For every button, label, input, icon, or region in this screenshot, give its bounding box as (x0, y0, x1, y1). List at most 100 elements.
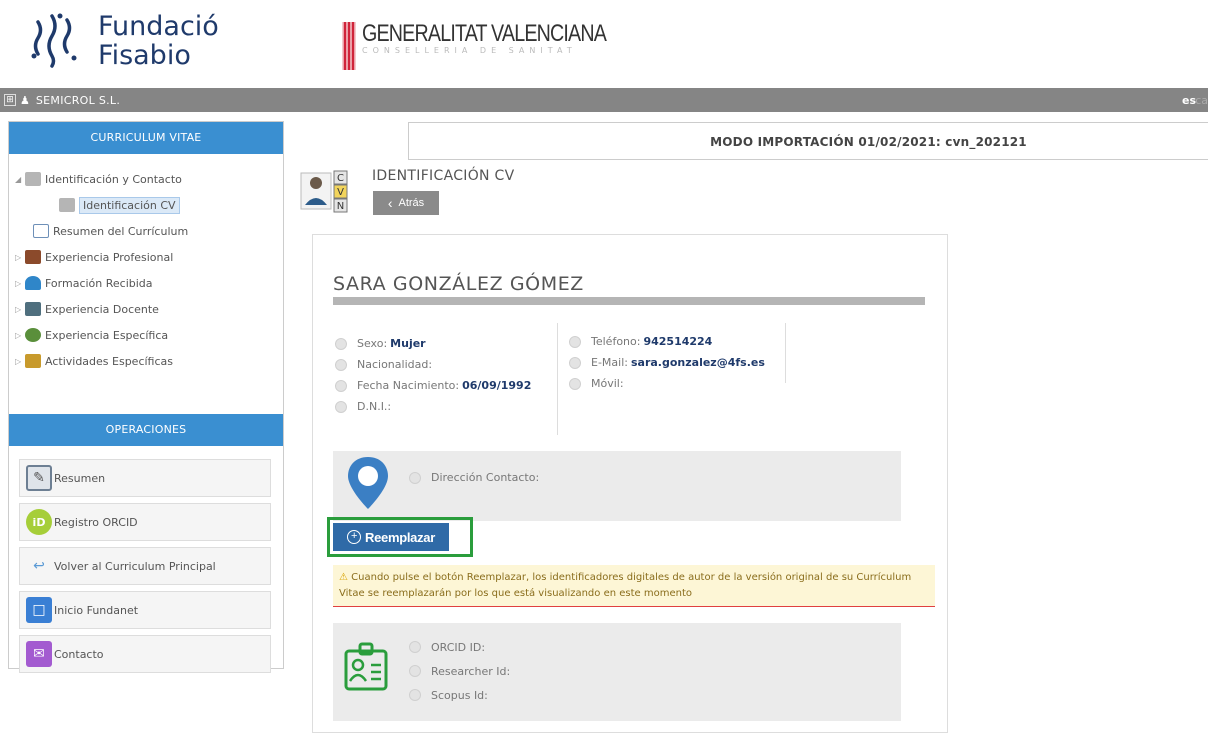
personal-info-right: Teléfono: 942514224 E-Mail: sara.gonzale… (569, 331, 765, 394)
tree-collapsed-arrow-icon[interactable]: ▷ (15, 279, 25, 288)
info-row-fecha-nacimiento: Fecha Nacimiento: 06/09/1992 (335, 375, 531, 396)
tree-item-label: Identificación y Contacto (45, 172, 182, 186)
cv-section-header: CURRICULUM VITAE (9, 122, 283, 154)
tree-item-experiencia-profesional[interactable]: ▷ Experiencia Profesional (15, 244, 283, 270)
op-label: Registro ORCID (54, 515, 138, 529)
inicio-fundanet-button[interactable]: □ Inicio Fundanet (19, 591, 271, 629)
fisabio-mark-icon (31, 13, 77, 68)
tree-item-experiencia-docente[interactable]: ▷ Experiencia Docente (15, 296, 283, 322)
person-name: SARA GONZÁLEZ GÓMEZ (333, 273, 584, 295)
header: Fundació Fisabio GENERALITAT VALENCIANA … (0, 0, 1208, 88)
generalitat-logo[interactable]: GENERALITAT VALENCIANA CONSELLERIA DE SA… (340, 20, 660, 72)
warning-icon: ⚠ (339, 572, 348, 583)
id-row-scopus: Scopus Id: (409, 683, 510, 707)
tree-collapsed-arrow-icon[interactable]: ▷ (15, 253, 25, 262)
activities-icon (25, 354, 41, 368)
address-label: Dirección Contacto: (431, 471, 540, 484)
tree-item-label: Identificación CV (79, 196, 180, 214)
cv-identification-card: SARA GONZÁLEZ GÓMEZ Sexo: Mujer Nacional… (312, 234, 948, 733)
op-label: Inicio Fundanet (54, 603, 139, 617)
info-row-telefono: Teléfono: 942514224 (569, 331, 765, 352)
info-value: Mujer (390, 337, 426, 350)
tree-collapsed-arrow-icon[interactable]: ▷ (15, 305, 25, 314)
info-dot-icon (569, 356, 581, 369)
briefcase-icon (25, 250, 41, 264)
id-row-researcher: Researcher Id: (409, 659, 510, 683)
tree-item-actividades-especificas[interactable]: ▷ Actividades Específicas (15, 348, 283, 374)
tree-item-identificacion-cv[interactable]: Identificación CV (15, 192, 283, 218)
language-es[interactable]: es (1182, 94, 1196, 107)
registro-orcid-button[interactable]: iD Registro ORCID (19, 503, 271, 541)
generalitat-title: GENERALITAT VALENCIANA (362, 20, 607, 47)
info-label: D.N.I.: (357, 400, 392, 413)
info-dot-icon (409, 665, 421, 677)
tree-item-label: Experiencia Profesional (45, 250, 174, 264)
tree-item-label: Experiencia Docente (45, 302, 159, 316)
tree-collapsed-arrow-icon[interactable]: ▷ (15, 331, 25, 340)
info-row-dni: D.N.I.: (335, 396, 531, 417)
back-label: Atrás (398, 197, 425, 209)
home-screen-icon: □ (26, 597, 52, 623)
info-dot-icon (335, 337, 347, 350)
info-row-sexo: Sexo: Mujer (335, 333, 531, 354)
info-dot-icon (335, 400, 347, 413)
tree-item-label: Experiencia Específica (45, 328, 169, 342)
op-label: Contacto (54, 647, 104, 661)
fisabio-logo[interactable]: Fundació Fisabio (30, 12, 219, 70)
tree-item-identificacion-contacto[interactable]: ◢ Identificación y Contacto (15, 166, 283, 192)
volver-curriculum-principal-button[interactable]: ↩ Volver al Curriculum Principal (19, 547, 271, 585)
info-divider (557, 323, 558, 435)
id-row-orcid: ORCID ID: (409, 635, 510, 659)
info-dot-icon (409, 641, 421, 653)
replace-button[interactable]: + Reemplazar (333, 523, 449, 551)
replace-label: Reemplazar (365, 529, 435, 545)
tree-expanded-arrow-icon[interactable]: ◢ (15, 175, 25, 184)
company-name: SEMICROL S.L. (35, 93, 121, 107)
top-bar: ⊞ ♟ SEMICROL S.L. es ca (0, 88, 1208, 112)
svg-text:N: N (337, 201, 344, 212)
id-badge-icon (344, 642, 388, 691)
tree-item-experiencia-especifica[interactable]: ▷ Experiencia Específica (15, 322, 283, 348)
specific-icon (25, 328, 41, 342)
id-label: Researcher Id: (431, 664, 511, 678)
address-box: Dirección Contacto: (333, 451, 901, 521)
info-label: Teléfono: (591, 335, 641, 348)
info-value: 942514224 (643, 335, 713, 348)
user-icon: ♟ (20, 93, 30, 107)
clipboard-icon: ✎ (26, 465, 52, 491)
operations-list: ✎ Resumen iD Registro ORCID ↩ Volver al … (9, 446, 283, 673)
info-dot-icon (569, 377, 581, 390)
tree-item-resumen-curriculum[interactable]: Resumen del Currículum (15, 218, 283, 244)
location-pin-icon (348, 457, 388, 509)
info-row-movil: Móvil: (569, 373, 765, 394)
chevron-left-icon: ‹ (387, 195, 393, 211)
plus-circle-icon: + (347, 530, 361, 544)
name-underline (333, 297, 925, 305)
document-icon (33, 224, 49, 238)
back-button[interactable]: ‹ Atrás (373, 191, 439, 215)
warning-text: Cuando pulse el botón Reemplazar, los id… (339, 572, 912, 599)
info-divider (785, 323, 786, 383)
cv-tree: ◢ Identificación y Contacto Identificaci… (9, 154, 283, 394)
info-label: Móvil: (591, 377, 624, 390)
op-label: Volver al Curriculum Principal (54, 559, 216, 573)
operations-section-header: OPERACIONES (9, 414, 283, 446)
language-ca[interactable]: ca (1195, 94, 1208, 107)
info-label: Sexo: (357, 337, 388, 350)
expand-icon[interactable]: ⊞ (4, 94, 16, 106)
sidebar: CURRICULUM VITAE ◢ Identificación y Cont… (8, 121, 284, 673)
generalitat-wordmark: GENERALITAT VALENCIANA CONSELLERIA DE SA… (362, 20, 660, 55)
teaching-icon (25, 302, 41, 316)
info-dot-icon (569, 335, 581, 348)
contacto-button[interactable]: ✉ Contacto (19, 635, 271, 673)
id-label: Scopus Id: (431, 688, 488, 702)
info-dot-icon (335, 379, 347, 392)
resumen-button[interactable]: ✎ Resumen (19, 459, 271, 497)
tree-collapsed-arrow-icon[interactable]: ▷ (15, 357, 25, 366)
info-dot-icon (409, 689, 421, 701)
svg-text:C: C (337, 173, 344, 184)
tree-item-formacion-recibida[interactable]: ▷ Formación Recibida (15, 270, 283, 296)
id-card-icon (25, 172, 41, 186)
generalitat-shield-icon (342, 22, 356, 70)
orcid-icon: iD (26, 509, 52, 535)
